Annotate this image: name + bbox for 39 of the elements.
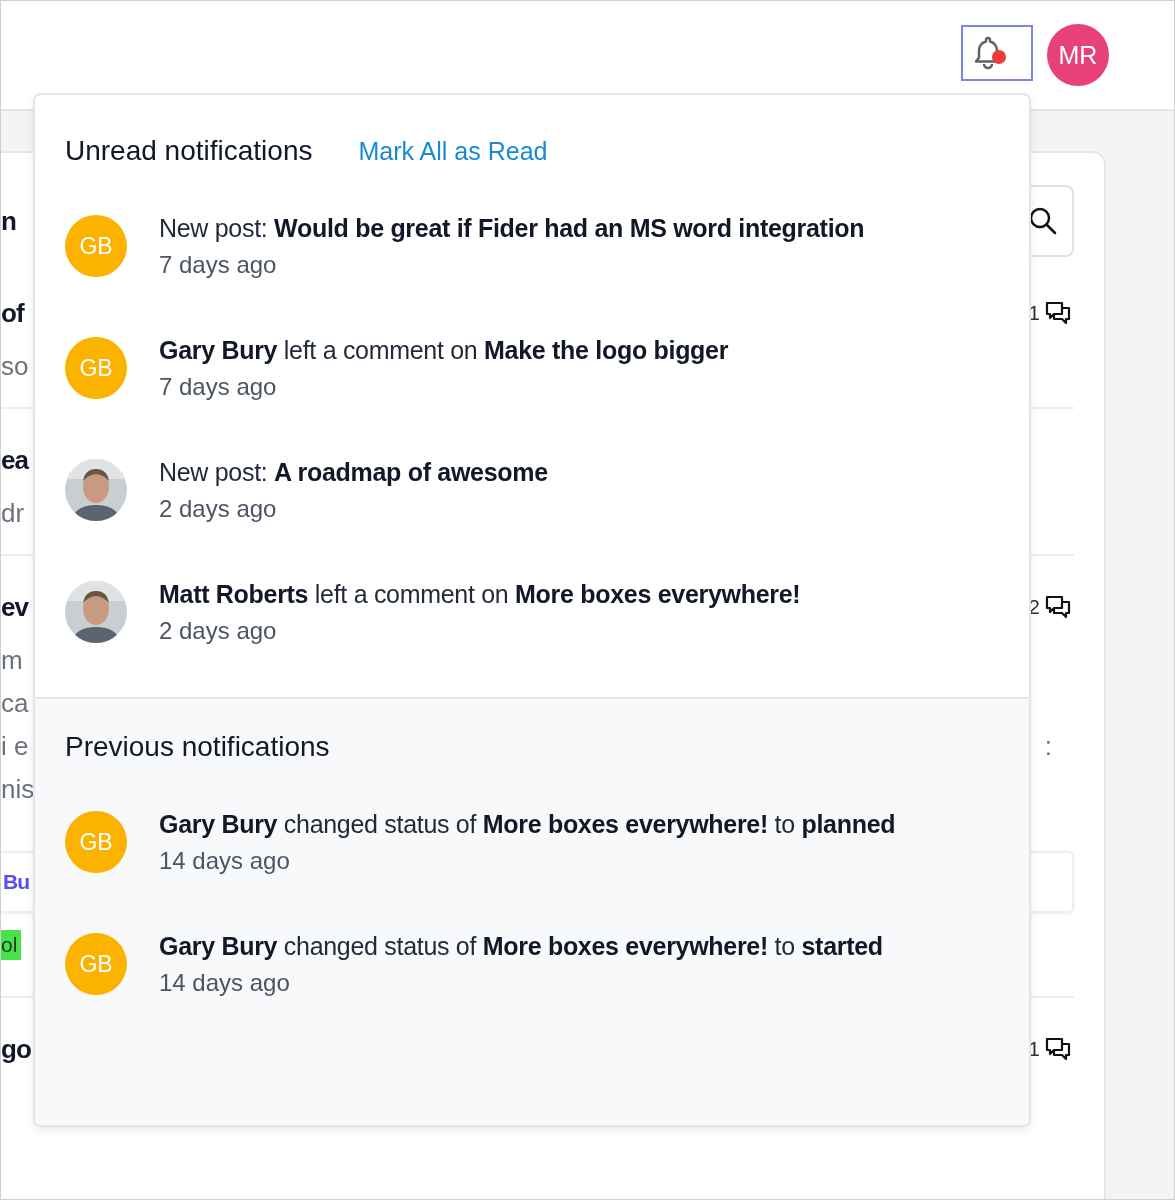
notification-text: Gary Bury left a comment on Make the logo bigger: [159, 335, 729, 365]
post-description: so: [1, 351, 29, 382]
post-title: ea: [1, 444, 28, 476]
notification-text: Matt Roberts left a comment on More boxes everywhere!: [159, 579, 801, 609]
notification-time: 14 days ago: [159, 968, 291, 997]
post-title: n: [1, 205, 16, 237]
post-description: m: [1, 645, 23, 676]
post-description: ca: [1, 688, 29, 719]
notification-time: 7 days ago: [159, 372, 278, 401]
post-title: ev: [1, 591, 28, 623]
search-icon: [1028, 206, 1058, 236]
user-avatar: GB: [65, 933, 127, 995]
section-title: Previous notifications: [65, 731, 330, 763]
notification-text: New post: A roadmap of awesome: [159, 457, 548, 487]
comments-icon: [1044, 594, 1072, 620]
notification-time: 7 days ago: [159, 250, 278, 279]
user-avatar: GB: [65, 811, 127, 873]
notification-time: 2 days ago: [159, 616, 278, 645]
section-title: Unread notifications: [65, 135, 313, 167]
mark-all-read-link[interactable]: Mark All as Read: [358, 137, 548, 166]
post-title: go: [1, 1033, 31, 1065]
post-description: i e: [1, 731, 29, 762]
notifications-button[interactable]: [961, 25, 1033, 81]
notification-time: 2 days ago: [159, 494, 278, 523]
post-text: :: [1044, 731, 1052, 762]
post-description: dr: [1, 498, 25, 529]
user-avatar: GB: [65, 215, 127, 277]
notification-text: Gary Bury changed status of More boxes everywhere! to started: [159, 931, 883, 961]
post-title: of: [1, 297, 24, 329]
notification-time: 14 days ago: [159, 846, 291, 875]
comments-icon: [1044, 1036, 1072, 1062]
notification-text: Gary Bury changed status of More boxes everywhere! to planned: [159, 809, 896, 839]
user-avatar[interactable]: MR: [1047, 24, 1109, 86]
comments-icon: [1044, 300, 1072, 326]
author-name: Bu: [3, 870, 29, 894]
user-avatar: GB: [65, 337, 127, 399]
post-description: nis: [1, 774, 35, 805]
tag: ol: [1, 930, 22, 960]
notification-text: New post: Would be great if Fider had an MS word integration: [159, 213, 865, 243]
